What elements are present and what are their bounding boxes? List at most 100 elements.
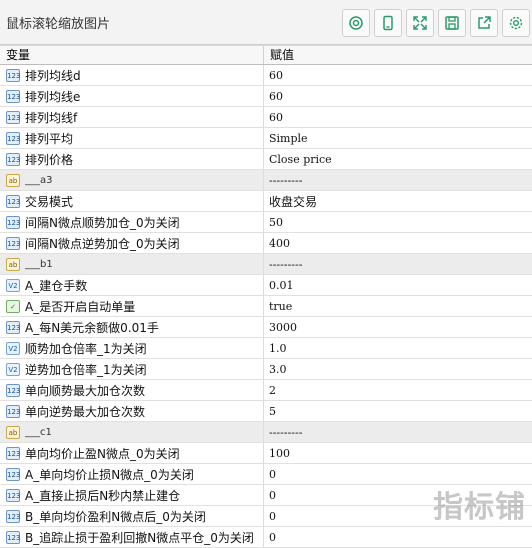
int-type-icon: 123 (6, 530, 20, 544)
grid-header: 变量 赋值 (0, 45, 532, 65)
table-row[interactable]: 123 排列均线d 60 (0, 65, 532, 86)
value-cell[interactable]: 60 (264, 86, 532, 106)
variable-cell: V2 逆势加仓倍率_1为关闭 (0, 359, 264, 379)
variable-cell: 123 排列均线e (0, 86, 264, 106)
table-row[interactable]: 123 交易模式 收盘交易 (0, 191, 532, 212)
int-type-icon: 123 (6, 236, 20, 250)
variable-cell: 123 单向逆势最大加仓次数 (0, 401, 264, 421)
variable-name: 逆势加仓倍率_1为关闭 (25, 362, 147, 377)
int-type-icon: 123 (6, 320, 20, 334)
value-cell[interactable]: 1.0 (264, 338, 532, 358)
value-cell[interactable]: Close price (264, 149, 532, 169)
variable-name: 单向顺势最大加仓次数 (25, 383, 146, 398)
int-type-icon: 123 (6, 194, 20, 208)
variable-name: ___b1 (25, 258, 53, 270)
group-row[interactable]: ab ___c1 --------- (0, 422, 532, 443)
table-row[interactable]: 123 间隔N微点逆势加仓_0为关闭 400 (0, 233, 532, 254)
mobile-button[interactable] (374, 9, 402, 37)
variable-cell: 123 单向顺势最大加仓次数 (0, 380, 264, 400)
table-row[interactable]: 123 排列均线e 60 (0, 86, 532, 107)
group-row[interactable]: ab ___b1 --------- (0, 254, 532, 275)
table-row[interactable]: 123 B_追踪止损于盈利回撤N微点平仓_0为关闭 0 (0, 527, 532, 548)
dbl-type-icon: V2 (6, 362, 20, 376)
str-type-icon: ab (6, 173, 20, 187)
title-bar: 鼠标滚轮缩放图片 (0, 0, 532, 45)
variable-cell: 123 A_单向均价止损N微点_0为关闭 (0, 464, 264, 484)
value-cell[interactable]: 100 (264, 443, 532, 463)
settings-button[interactable] (502, 9, 530, 37)
grid-rows: 123 排列均线d 60 123 排列均线e 60 123 排列均线f 60 123 排列平均 Sim… (0, 65, 532, 548)
share-button[interactable] (470, 9, 498, 37)
table-row[interactable]: 123 单向均价止盈N微点_0为关闭 100 (0, 443, 532, 464)
variable-name: B_追踪止损于盈利回撤N微点平仓_0为关闭 (25, 530, 254, 545)
variable-name: 排列价格 (25, 152, 74, 167)
value-cell[interactable]: 0.01 (264, 275, 532, 295)
group-row[interactable]: ab ___a3 --------- (0, 170, 532, 191)
variable-name: 间隔N微点逆势加仓_0为关闭 (25, 236, 180, 251)
toolbar (342, 9, 530, 37)
variable-name: A_单向均价止损N微点_0为关闭 (25, 467, 194, 482)
value-cell[interactable]: --------- (264, 170, 532, 190)
value-cell[interactable]: 收盘交易 (264, 191, 532, 211)
value-cell[interactable]: 5 (264, 401, 532, 421)
str-type-icon: ab (6, 425, 20, 439)
value-cell[interactable]: 60 (264, 107, 532, 127)
table-row[interactable]: 123 排列价格 Close price (0, 149, 532, 170)
value-cell[interactable]: 2 (264, 380, 532, 400)
value-cell[interactable]: 50 (264, 212, 532, 232)
variable-name: 排列平均 (25, 131, 74, 146)
int-type-icon: 123 (6, 509, 20, 523)
variable-name: 间隔N微点顺势加仓_0为关闭 (25, 215, 180, 230)
expand-icon (413, 16, 427, 30)
value-cell[interactable]: 60 (264, 65, 532, 85)
variable-cell: 123 B_追踪止损于盈利回撤N微点平仓_0为关闭 (0, 527, 264, 547)
variable-cell: 123 交易模式 (0, 191, 264, 211)
dbl-type-icon: V2 (6, 341, 20, 355)
table-row[interactable]: 123 排列均线f 60 (0, 107, 532, 128)
header-variable[interactable]: 变量 (0, 46, 264, 64)
table-row[interactable]: 123 间隔N微点顺势加仓_0为关闭 50 (0, 212, 532, 233)
variable-name: B_单向均价盈利N微点后_0为关闭 (25, 509, 206, 524)
variable-cell: ab ___c1 (0, 422, 264, 442)
table-row[interactable]: 123 单向逆势最大加仓次数 5 (0, 401, 532, 422)
zoom-button[interactable] (342, 9, 370, 37)
variable-name: 顺势加仓倍率_1为关闭 (25, 341, 147, 356)
int-type-icon: 123 (6, 89, 20, 103)
variable-cell: ✓ A_是否开启自动单量 (0, 296, 264, 316)
value-cell[interactable]: 400 (264, 233, 532, 253)
table-row[interactable]: ✓ A_是否开启自动单量 true (0, 296, 532, 317)
str-type-icon: ab (6, 257, 20, 271)
table-row[interactable]: V2 逆势加仓倍率_1为关闭 3.0 (0, 359, 532, 380)
value-cell[interactable]: --------- (264, 422, 532, 442)
table-row[interactable]: 123 排列平均 Simple (0, 128, 532, 149)
value-cell[interactable]: 0 (264, 527, 532, 547)
value-cell[interactable]: 0 (264, 464, 532, 484)
table-row[interactable]: 123 单向顺势最大加仓次数 2 (0, 380, 532, 401)
variable-name: 排列均线f (25, 110, 78, 125)
value-cell[interactable]: Simple (264, 128, 532, 148)
variable-name: A_直接止损后N秒内禁止建仓 (25, 488, 181, 503)
header-value[interactable]: 赋值 (264, 46, 532, 64)
variable-cell: 123 排列平均 (0, 128, 264, 148)
variable-name: A_是否开启自动单量 (25, 299, 136, 314)
watermark: 指标铺 (433, 490, 526, 525)
int-type-icon: 123 (6, 467, 20, 481)
dbl-type-icon: V2 (6, 278, 20, 292)
variable-cell: 123 A_每N美元余额做0.01手 (0, 317, 264, 337)
expand-button[interactable] (406, 9, 434, 37)
variable-cell: 123 A_直接止损后N秒内禁止建仓 (0, 485, 264, 505)
int-type-icon: 123 (6, 446, 20, 460)
table-row[interactable]: V2 A_建仓手数 0.01 (0, 275, 532, 296)
value-cell[interactable]: --------- (264, 254, 532, 274)
value-cell[interactable]: true (264, 296, 532, 316)
variable-cell: 123 排列均线f (0, 107, 264, 127)
table-row[interactable]: 123 A_每N美元余额做0.01手 3000 (0, 317, 532, 338)
value-cell[interactable]: 3000 (264, 317, 532, 337)
variable-cell: V2 顺势加仓倍率_1为关闭 (0, 338, 264, 358)
int-type-icon: 123 (6, 215, 20, 229)
int-type-icon: 123 (6, 68, 20, 82)
save-button[interactable] (438, 9, 466, 37)
variable-name: ___c1 (25, 426, 52, 438)
table-row[interactable]: V2 顺势加仓倍率_1为关闭 1.0 (0, 338, 532, 359)
value-cell[interactable]: 3.0 (264, 359, 532, 379)
